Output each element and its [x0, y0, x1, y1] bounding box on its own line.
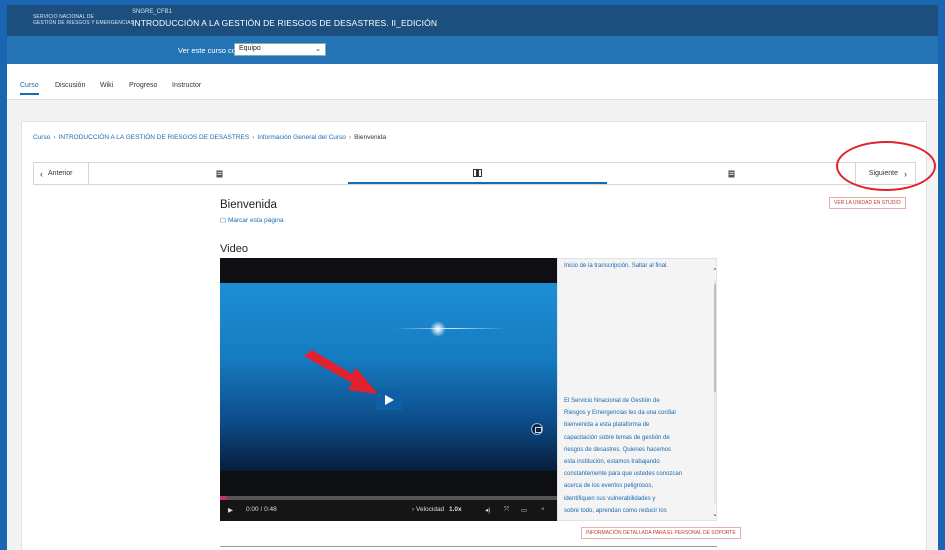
- video-controls: ▶ 0:00 / 0:48 › Velocidad 1.0x ◂) ⤧ ▭ ❝: [220, 500, 557, 521]
- sequence-nav: ‹ Anterior Siguiente ›: [33, 162, 916, 185]
- breadcrumb-link-section[interactable]: Información General del Curso: [257, 134, 346, 141]
- org-logo-text[interactable]: SERVICIO NACIONAL DE GESTIÓN DE RIESGOS …: [33, 14, 134, 26]
- transcript-panel[interactable]: Inicio de la transcripción. Saltar al fi…: [557, 258, 717, 521]
- video-section-title: Video: [220, 243, 248, 255]
- annotation-circle: [836, 141, 936, 191]
- transcript-line[interactable]: identifiquen sus vulnerabilidades y: [564, 493, 704, 505]
- bookmark-icon: ▢: [220, 217, 227, 224]
- film-icon: [473, 168, 482, 177]
- chevron-down-icon[interactable]: ⌄: [712, 509, 716, 518]
- unit-title: Bienvenida: [220, 199, 277, 211]
- course-title: INTRODUCCIÓN A LA GESTIÓN DE RIESGOS DE …: [132, 18, 438, 28]
- sequence-tab-1[interactable]: [90, 163, 348, 184]
- play-pause-icon[interactable]: ▶: [228, 506, 233, 514]
- previous-button[interactable]: ‹ Anterior: [34, 163, 89, 184]
- video-letterbox-bottom: [220, 471, 557, 496]
- tab-progreso[interactable]: Progreso: [129, 82, 157, 89]
- breadcrumb-link-curso[interactable]: Curso: [33, 134, 50, 141]
- browser-page: SERVICIO NACIONAL DE GESTIÓN DE RIESGOS …: [7, 5, 938, 550]
- breadcrumb-current: Bienvenida: [354, 134, 387, 141]
- tab-instructor[interactable]: Instructor: [172, 82, 201, 89]
- speed-value: 1.0x: [449, 506, 462, 513]
- transcript-line[interactable]: El Servicio Nnacional de Gestión de: [564, 395, 704, 407]
- fullscreen-icon[interactable]: ⤧: [504, 506, 509, 514]
- site-header: SERVICIO NACIONAL DE GESTIÓN DE RIESGOS …: [7, 5, 938, 36]
- video-time: 0:00 / 0:48: [246, 506, 277, 513]
- breadcrumb: Curso › INTRODUCCIÓN A LA GESTIÓN DE RIESG…: [33, 134, 386, 141]
- volume-icon[interactable]: ◂): [485, 506, 490, 514]
- chevron-left-icon: ‹: [40, 168, 43, 179]
- breadcrumb-separator: ›: [53, 134, 56, 141]
- view-in-studio-button[interactable]: VER LA UNIDAD EN STUDIO: [829, 197, 906, 209]
- org-line-2: GESTIÓN DE RIESGOS Y EMERGENCIAS: [33, 20, 135, 26]
- tab-curso[interactable]: Curso: [20, 82, 39, 95]
- course-code: SNGRE_CFB1: [132, 9, 173, 15]
- transcript-line[interactable]: riesgos de desastres. Quienes hacemos: [564, 444, 704, 456]
- view-as-select[interactable]: Equipo ⌄: [234, 43, 326, 56]
- sequence-tab-3[interactable]: [607, 163, 855, 184]
- transcript-line[interactable]: acerca de los eventos peligrosos,: [564, 480, 704, 492]
- breadcrumb-separator: ›: [252, 134, 255, 141]
- picture-in-picture-icon[interactable]: [531, 423, 543, 435]
- captions-icon[interactable]: ▭: [521, 506, 527, 514]
- transcript-scroll-thumb[interactable]: [714, 284, 716, 392]
- light-flare-line: [395, 328, 505, 329]
- video-letterbox-top: [220, 258, 557, 283]
- content-divider: [220, 546, 717, 547]
- speed-chevron-icon: ›: [412, 506, 415, 513]
- video-frame: [220, 283, 557, 471]
- document-icon: [216, 170, 222, 177]
- transcript-toggle-icon[interactable]: ❝: [541, 506, 545, 514]
- document-icon: [728, 170, 734, 177]
- bookmark-label: Marcar esta página: [227, 217, 284, 224]
- transcript-line[interactable]: constantemente para que ustedes conozcan: [564, 468, 704, 480]
- tab-wiki[interactable]: Wiki: [100, 82, 113, 89]
- annotation-arrow-icon: [304, 350, 378, 394]
- view-as-selected: Equipo: [239, 45, 261, 52]
- bookmark-button[interactable]: ▢ Marcar esta página: [220, 216, 284, 224]
- courseware-card: Curso › INTRODUCCIÓN A LA GESTIÓN DE RIESG…: [21, 121, 927, 550]
- breadcrumb-link-course[interactable]: INTRODUCCIÓN A LA GESTIÓN DE RIESGOS DE …: [59, 134, 250, 141]
- tab-discusion[interactable]: Discusión: [55, 82, 85, 89]
- transcript-line[interactable]: Riesgos y Emergencias les da una cordial: [564, 407, 704, 419]
- view-as-bar: Ver este curso como: Equipo ⌄: [7, 36, 938, 64]
- course-tabs: Curso Discusión Wiki Progreso Instructor: [7, 64, 938, 100]
- transcript-line[interactable]: bienvenida a esta plataforma de: [564, 419, 704, 431]
- chevron-down-icon: ⌄: [315, 46, 321, 53]
- video-player[interactable]: ▶ 0:00 / 0:48 › Velocidad 1.0x ◂) ⤧ ▭ ❝: [220, 258, 557, 521]
- transcript-line[interactable]: capacitación sobre temas de gestión de: [564, 432, 704, 444]
- speed-label: Velocidad: [415, 506, 445, 513]
- transcript-line[interactable]: esta institución, estamos trabajando: [564, 456, 704, 468]
- sequence-tab-2[interactable]: [348, 163, 607, 184]
- transcript-text: El Servicio Nnacional de Gestión de Ries…: [564, 395, 704, 517]
- support-info-button[interactable]: INFORMACIÓN DETALLADA PARA EL PERSONAL D…: [581, 527, 741, 539]
- light-flare: [430, 321, 446, 337]
- play-icon: [384, 395, 394, 405]
- speed-control[interactable]: › Velocidad 1.0x: [412, 506, 462, 513]
- transcript-line[interactable]: sobre todo, aprendan como reducir los: [564, 505, 704, 517]
- previous-label: Anterior: [48, 170, 73, 177]
- chevron-up-icon[interactable]: ⌃: [712, 267, 716, 276]
- transcript-skip-link[interactable]: Inicio de la transcripción. Saltar al fi…: [564, 263, 704, 269]
- breadcrumb-separator: ›: [348, 134, 352, 141]
